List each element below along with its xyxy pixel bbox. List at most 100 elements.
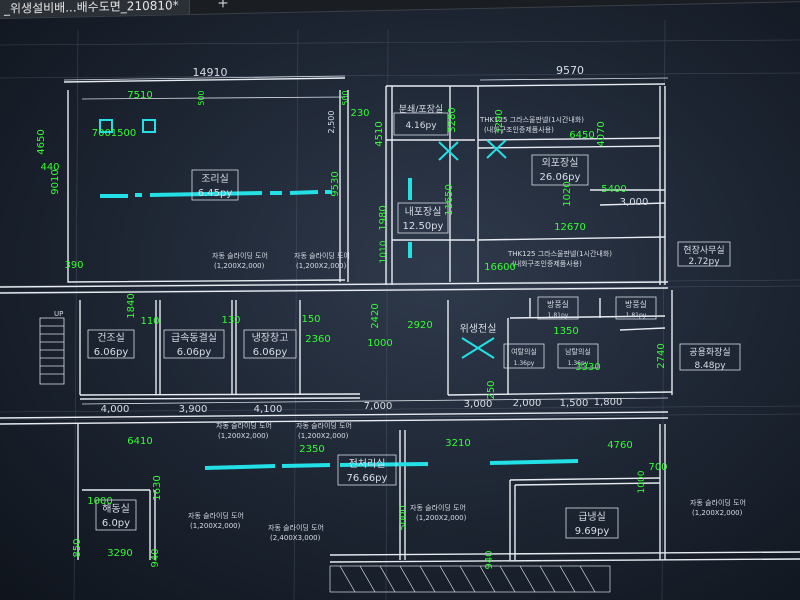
dim-1980: 1980 [378, 205, 389, 230]
room-name-geupnaeng: 급냉실 [578, 511, 606, 523]
dim-1800: 1,800 [594, 397, 623, 408]
room-area-haedong: 6.0py [102, 518, 130, 529]
dim-500: 500 [197, 90, 206, 105]
dim-6410: 6410 [127, 436, 152, 447]
dim-12670: 12670 [554, 222, 586, 233]
dim-9010: 9010 [50, 169, 61, 194]
dim-700: 700 [648, 462, 667, 473]
note-panel2: THK125 그라스울판넬(1시간내화) [507, 249, 612, 258]
dim-9570: 9570 [556, 64, 584, 77]
dim-7000: 7,000 [364, 401, 393, 412]
note-door1-size: (1,200X2,000) [214, 262, 265, 270]
dim-130: 130 [221, 315, 240, 326]
note-door7-size: (2,400X3,000) [270, 534, 321, 542]
dim-5400: 5400 [601, 184, 626, 195]
dim-3290: 3290 [494, 109, 505, 134]
dim-2360: 2360 [305, 334, 330, 345]
note-door1: 자동 슬라이딩 도어 [212, 251, 268, 260]
dim-1630: 1630 [152, 475, 163, 500]
staircase [39, 317, 65, 385]
dim-940: 940 [150, 548, 161, 567]
note-door6-size: (1,200X2,000) [416, 514, 467, 522]
room-area-bangpung2: 1.81py [626, 312, 647, 319]
dim-6450: 6450 [569, 130, 594, 141]
room-area-hyeonjang: 2.72py [688, 257, 720, 267]
dim-11650: 11650 [444, 184, 455, 216]
dim-3900: 3,900 [179, 404, 208, 415]
dim-9530: 9530 [330, 171, 341, 196]
dim-150: 150 [301, 314, 320, 325]
room-name-naengjang: 냉장창고 [252, 332, 289, 344]
note-door8: 자동 슬라이딩 도어 [690, 498, 746, 507]
dim-7510: 7510 [127, 90, 152, 101]
dim-2500: 2,500 [327, 111, 336, 134]
dim-7001500: 7001500 [92, 128, 137, 139]
room-area-gongyong: 8.48py [694, 361, 726, 371]
shutter-hatch [329, 565, 611, 593]
dim-1000b: 1000 [87, 496, 112, 507]
note-door7: 자동 슬라이딩 도어 [268, 523, 324, 532]
dim-2740: 2740 [656, 343, 667, 368]
dim-390: 390 [64, 260, 83, 271]
room-name-jeoncheori: 전처리실 [349, 458, 386, 470]
dim-500b: 500 [341, 90, 350, 105]
dim-2920: 2920 [407, 320, 432, 331]
dim-250: 250 [486, 380, 497, 399]
dim-3000b: 3,000 [620, 197, 649, 208]
dim-4510: 4510 [374, 121, 385, 146]
dim-1500w: 1,500 [560, 398, 589, 409]
room-name-gongyong: 공용화장실 [689, 347, 730, 358]
room-name-wisaeng: 위생전실 [460, 322, 497, 335]
room-name-bangpung1: 방풍실 [547, 299, 569, 309]
note-door5-size: (1,200X2,000) [190, 522, 241, 530]
dim-2420: 2420 [370, 303, 381, 328]
dim-14910: 14910 [193, 66, 228, 79]
dim-850: 850 [72, 538, 83, 557]
room-name-geupsok: 급속동결실 [171, 332, 217, 344]
room-area-geupsok: 6.06py [177, 347, 212, 358]
dim-4760: 4760 [607, 440, 632, 451]
room-name-naepo: 내포장실 [405, 206, 442, 218]
dim-2350: 2350 [299, 444, 324, 455]
note-panel2b: (내화구조인증제품사용) [512, 259, 582, 268]
dim-4070: 4070 [596, 121, 607, 146]
dim-1350: 1350 [553, 326, 578, 337]
dim-16600: 16600 [484, 262, 516, 273]
room-area-naengjang: 6.06py [253, 347, 288, 358]
note-door8-size: (1,200X2,000) [692, 509, 743, 517]
dim-3330: 3330 [575, 362, 600, 373]
dim-230: 230 [350, 108, 369, 119]
room-name-nam: 남탈의실 [565, 347, 591, 356]
room-area-oepo: 26.06py [540, 172, 581, 183]
dim-4650: 4650 [36, 129, 47, 154]
dim-5000: 5000 [398, 505, 409, 530]
note-door4: 자동 슬라이딩 도어 [296, 421, 352, 430]
room-area-bunsik: 4.16py [405, 121, 437, 131]
dim-2000: 2,000 [513, 398, 542, 409]
dim-1840: 1840 [126, 293, 137, 318]
dim-4000: 4,000 [101, 404, 130, 415]
dim-1010: 1010 [379, 240, 389, 263]
cad-drawing-canvas[interactable]: UP 조리실 6.45py 분쇄/포장실 4.16py 내포장실 12.50py… [0, 0, 800, 600]
dim-3210: 3210 [445, 438, 470, 449]
room-area-naepo: 12.50py [403, 221, 444, 232]
room-name-oepo: 외포장실 [542, 157, 579, 169]
dim-100: 1000 [637, 470, 647, 493]
walls [0, 77, 800, 563]
note-door3-size: (1,200X2,000) [218, 432, 269, 440]
note-door2-size: (1,200X2,000) [296, 262, 347, 270]
dim-3290b: 3290 [107, 548, 132, 559]
room-name-jori: 조리실 [201, 173, 229, 185]
room-name-bunsik: 분쇄/포장실 [399, 104, 443, 115]
room-name-yeo: 여탈의실 [511, 347, 537, 356]
room-name-hyeonjang: 현장사무실 [683, 245, 724, 256]
dim-110: 110 [140, 316, 159, 327]
note-door5: 자동 슬라이딩 도어 [188, 511, 244, 520]
room-name-bangpung2: 방풍실 [625, 299, 647, 309]
dim-4100: 4,100 [254, 404, 283, 415]
room-area-bangpung1: 1.81py [548, 312, 569, 319]
dim-940b: 940 [484, 550, 495, 569]
dim-3280: 3280 [447, 107, 458, 132]
dim-1000: 1000 [367, 338, 392, 349]
note-door4-size: (1,200X2,000) [298, 432, 349, 440]
